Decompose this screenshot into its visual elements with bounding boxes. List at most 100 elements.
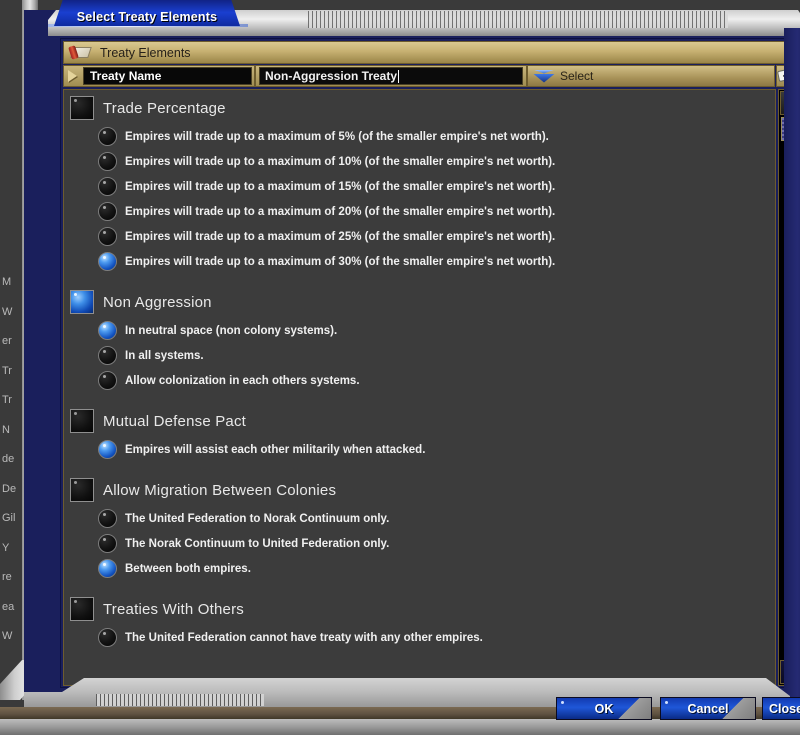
frame-ribs-top (308, 11, 728, 28)
dialog-title: Select Treaty Elements (76, 10, 218, 24)
group-checkbox[interactable] (70, 96, 94, 120)
option-label: The United Federation to Norak Continuum… (125, 512, 390, 525)
option-label: In all systems. (125, 349, 204, 362)
option-radio[interactable] (98, 202, 117, 221)
option-radio[interactable] (98, 509, 117, 528)
group-title: Allow Migration Between Colonies (103, 481, 337, 499)
base-strip-metal (0, 719, 800, 735)
treaty-group-header[interactable]: Allow Migration Between Colonies (70, 478, 775, 502)
option-label: Allow colonization in each others system… (125, 374, 360, 387)
option-label: Empires will trade up to a maximum of 10… (125, 155, 556, 168)
treaty-name-value: Non-Aggression Treaty (265, 69, 398, 83)
treaty-group: Trade Percentage Empires will trade up to… (70, 96, 775, 274)
background-text-fragment: Y (2, 541, 10, 554)
treaty-option-row[interactable]: Empires will assist each other militaril… (70, 437, 775, 462)
frame-ribs-bottom (96, 694, 264, 706)
triangle-right-icon (68, 70, 77, 82)
background-text-fragment: Gil (2, 512, 16, 524)
treaty-option-row[interactable]: Empires will trade up to a maximum of 10… (70, 149, 775, 174)
cancel-button[interactable]: Cancel (660, 697, 756, 720)
background-text-fragment: W (2, 305, 13, 318)
treaty-option-row[interactable]: Empires will trade up to a maximum of 5%… (70, 124, 775, 149)
treaty-name-label-box: Treaty Name (63, 65, 255, 87)
background-text-fragment: De (2, 482, 17, 495)
option-radio[interactable] (98, 152, 117, 171)
background-text-fragment: Tr (2, 394, 12, 406)
treaty-group-header[interactable]: Mutual Defense Pact (70, 409, 775, 433)
treaty-option-row[interactable]: In neutral space (non colony systems). (70, 318, 775, 343)
option-label: In neutral space (non colony systems). (125, 324, 338, 337)
option-radio[interactable] (98, 127, 117, 146)
treaty-group: Allow Migration Between Colonies The Unit… (70, 478, 775, 581)
treaty-elements-list: Trade Percentage Empires will trade up to… (63, 89, 776, 686)
treaty-group-header[interactable]: Trade Percentage (70, 96, 775, 120)
group-checkbox[interactable] (70, 478, 94, 502)
chevron-down-icon (533, 69, 555, 83)
close-button[interactable]: Close (762, 697, 800, 720)
background-text-column: M Wer Tr Tr Nde De Gil Yre ea W (0, 268, 22, 648)
treaty-group-header[interactable]: Treaties With Others (70, 597, 775, 621)
option-radio[interactable] (98, 346, 117, 365)
option-radio[interactable] (98, 440, 117, 459)
treaty-group: Treaties With Others The United Federatio… (70, 597, 775, 650)
treaty-option-row[interactable]: In all systems. (70, 343, 775, 368)
option-label: The Norak Continuum to United Federation… (125, 537, 390, 550)
group-title: Mutual Defense Pact (103, 412, 247, 430)
option-radio[interactable] (98, 534, 117, 553)
option-label: Empires will trade up to a maximum of 15… (125, 180, 556, 193)
option-radio[interactable] (98, 177, 117, 196)
dialog-frame-right (784, 28, 800, 718)
option-radio[interactable] (98, 559, 117, 578)
option-radio[interactable] (98, 227, 117, 246)
treaty-option-row[interactable]: Empires will trade up to a maximum of 20… (70, 199, 775, 224)
treaty-option-row[interactable]: Empires will trade up to a maximum of 30… (70, 249, 775, 274)
treaty-group: Non Aggression In neutral space (non colo… (70, 290, 775, 393)
background-text-fragment: N (2, 423, 10, 436)
option-label: Empires will assist each other militaril… (125, 443, 426, 456)
background-text-fragment: er (2, 335, 12, 347)
option-radio[interactable] (98, 252, 117, 271)
text-caret (398, 69, 400, 83)
treaty-group: Mutual Defense Pact Empires will assist e… (70, 409, 775, 462)
panel-header-title: Treaty Elements (100, 45, 191, 60)
panel-header: Treaty Elements (63, 41, 799, 64)
background-text-fragment: re (2, 571, 12, 583)
group-checkbox[interactable] (70, 290, 94, 314)
treaty-option-row[interactable]: The United Federation to Norak Continuum… (70, 506, 775, 531)
treaty-panel: Treaty Elements Treaty Name Non-Aggressi… (60, 38, 800, 688)
treaty-group-header[interactable]: Non Aggression (70, 290, 775, 314)
treaty-name-input[interactable]: Non-Aggression Treaty (259, 67, 523, 85)
option-label: Empires will trade up to a maximum of 5%… (125, 130, 549, 143)
select-dropdown[interactable]: Select (527, 65, 775, 87)
option-label: Between both empires. (125, 562, 251, 575)
treaty-name-row: Treaty Name Non-Aggression Treaty Select (63, 65, 799, 87)
treaty-option-row[interactable]: Empires will trade up to a maximum of 25… (70, 224, 775, 249)
group-checkbox[interactable] (70, 409, 94, 433)
treaty-groups: Trade Percentage Empires will trade up to… (64, 90, 775, 650)
group-title: Treaties With Others (103, 600, 244, 618)
option-label: The United Federation cannot have treaty… (125, 631, 483, 644)
option-radio[interactable] (98, 371, 117, 390)
option-radio[interactable] (98, 628, 117, 647)
option-label: Empires will trade up to a maximum of 20… (125, 205, 556, 218)
treaty-option-row[interactable]: Allow colonization in each others system… (70, 368, 775, 393)
ok-button[interactable]: OK (556, 697, 652, 720)
background-text-fragment: W (2, 630, 13, 642)
treaty-name-field-box[interactable]: Non-Aggression Treaty (255, 65, 527, 87)
scroll-icon (68, 44, 92, 61)
option-label: Empires will trade up to a maximum of 25… (125, 230, 556, 243)
group-checkbox[interactable] (70, 597, 94, 621)
group-title: Non Aggression (103, 293, 212, 311)
group-title: Trade Percentage (103, 99, 226, 117)
dialog-title-tab: Select Treaty Elements (54, 0, 240, 26)
background-text-fragment: ea (2, 600, 15, 613)
treaty-option-row[interactable]: Between both empires. (70, 556, 775, 581)
app-root: M Wer Tr Tr Nde De Gil Yre ea W Select Treaty Ele… (0, 0, 800, 735)
option-radio[interactable] (98, 321, 117, 340)
treaty-dialog: Select Treaty Elements Treaty Elements T… (24, 0, 800, 722)
option-label: Empires will trade up to a maximum of 30… (125, 255, 556, 268)
treaty-option-row[interactable]: Empires will trade up to a maximum of 15… (70, 174, 775, 199)
select-dropdown-label: Select (560, 69, 594, 83)
treaty-option-row[interactable]: The United Federation cannot have treaty… (70, 625, 775, 650)
treaty-option-row[interactable]: The Norak Continuum to United Federation… (70, 531, 775, 556)
